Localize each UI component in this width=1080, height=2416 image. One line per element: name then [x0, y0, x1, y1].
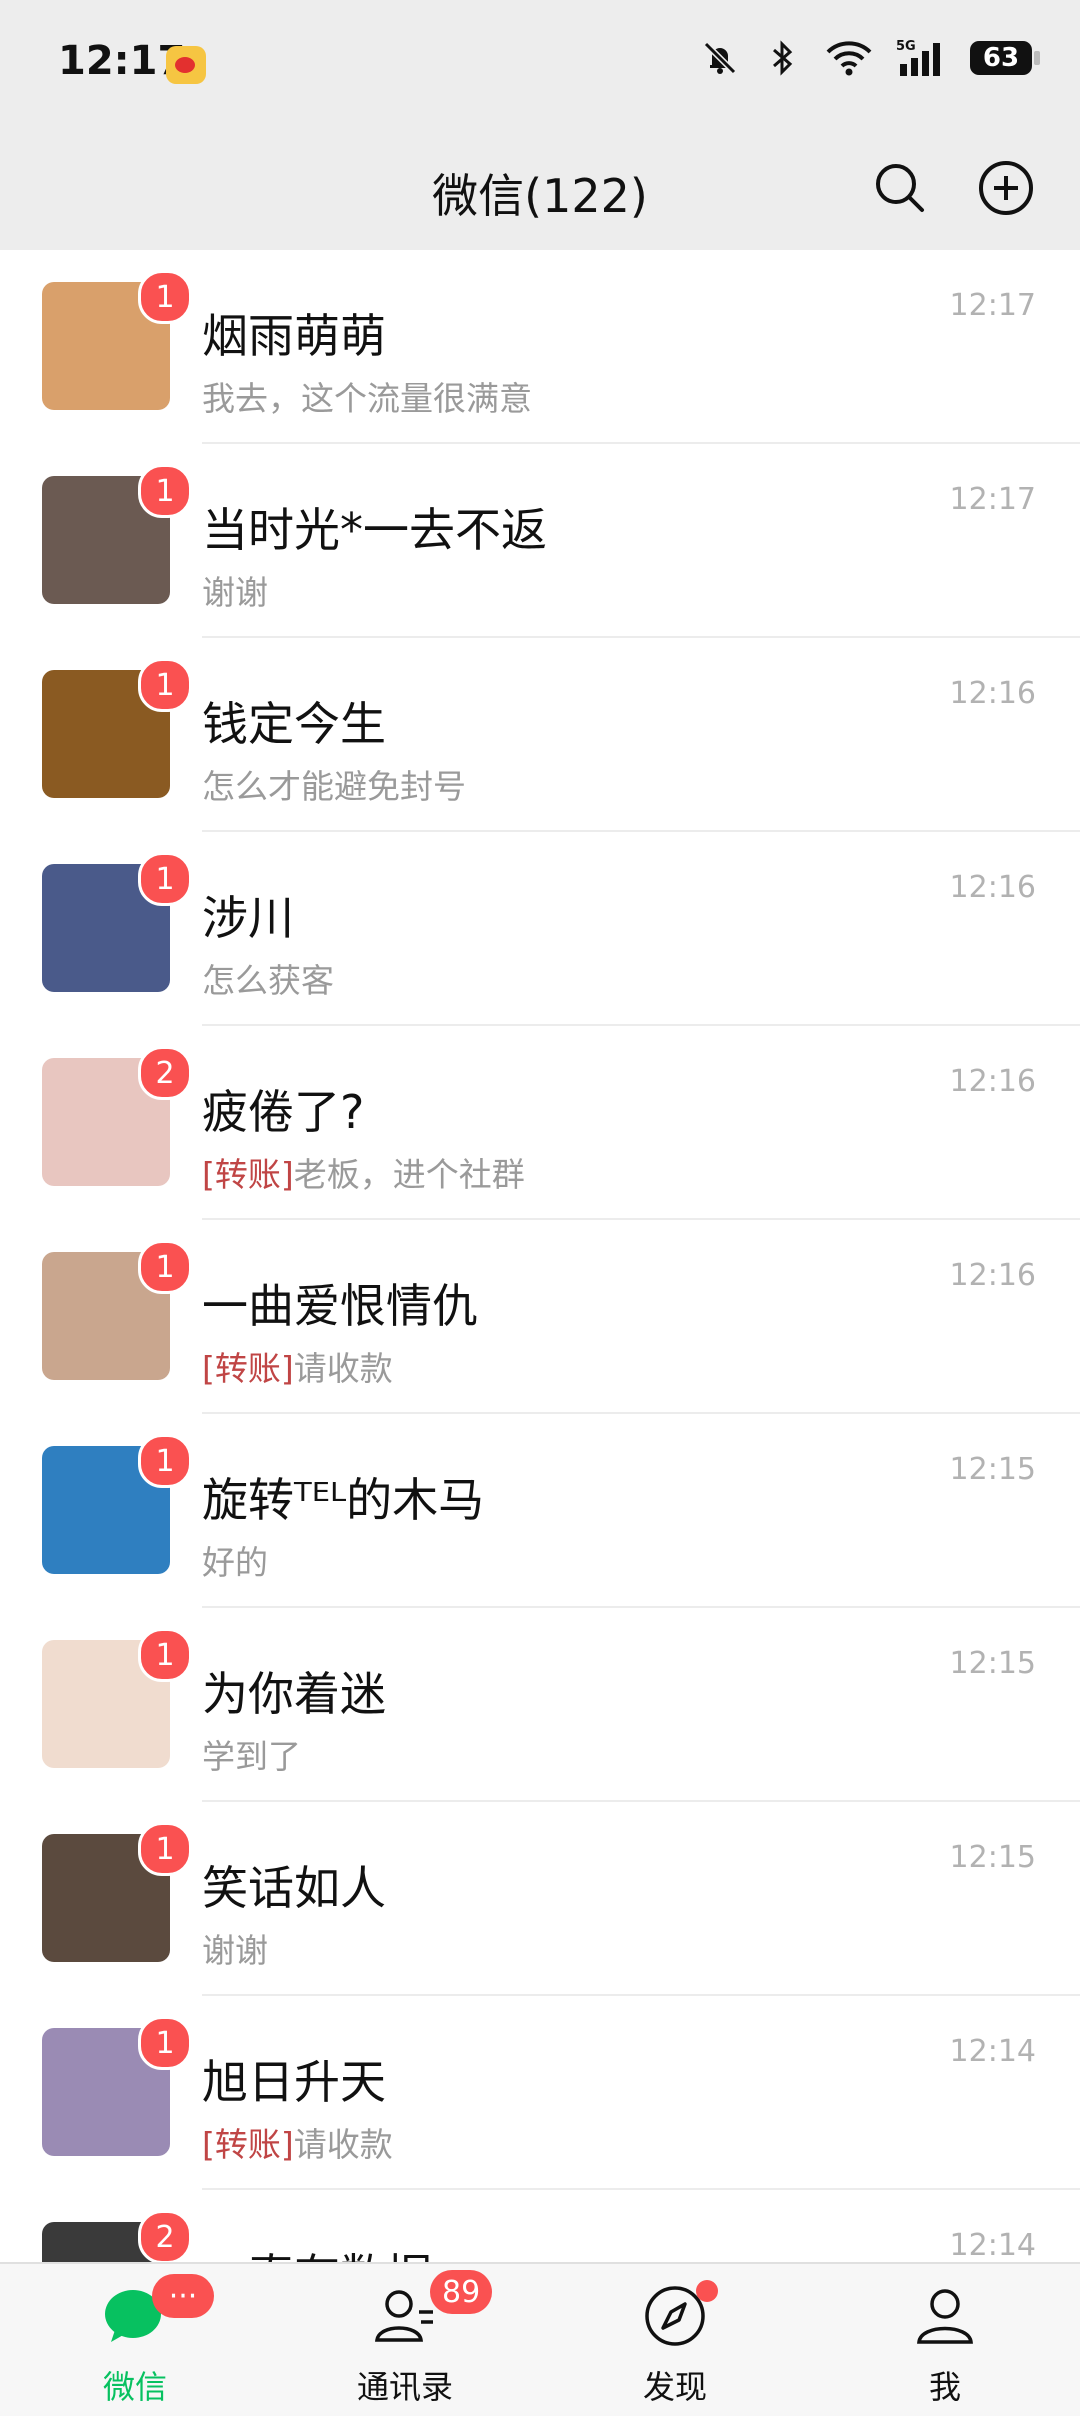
status-bar: 12:17 5G 63 [0, 0, 1080, 130]
chat-list-item[interactable]: 1 为你着迷 学到了 12:15 [0, 1608, 1080, 1802]
chat-time: 12:15 [949, 1840, 1036, 1875]
tab-label: 我 [928, 2368, 961, 2406]
bluetooth-icon [773, 40, 793, 76]
transfer-tag: [转账] [202, 1349, 294, 1388]
chat-preview: 好的 [202, 1536, 268, 1584]
search-icon[interactable] [868, 156, 932, 220]
tab-me[interactable]: 我 [810, 2264, 1080, 2416]
notification-dot [696, 2280, 718, 2302]
bottom-tab-bar: ··· 微信 89 通讯录 发现 我 [0, 2262, 1080, 2416]
chat-name: 涉川 [202, 891, 294, 945]
app-header: 微信(122) [0, 130, 1080, 250]
unread-badge: 1 [138, 1628, 192, 1682]
chat-name: 为你着迷 [202, 1667, 386, 1721]
chat-time: 12:15 [949, 1452, 1036, 1487]
chat-time: 12:17 [949, 288, 1036, 323]
unread-badge: 1 [138, 1434, 192, 1488]
chat-name: 笑话如人 [202, 1861, 386, 1915]
tab-chats[interactable]: ··· 微信 [0, 2264, 270, 2416]
chat-time: 12:16 [949, 676, 1036, 711]
chat-name: 疲倦了? [202, 1085, 365, 1139]
tab-label: 通讯录 [356, 2368, 453, 2406]
chat-preview-text: 怎么获客 [202, 961, 334, 1000]
chat-preview-text: 请收款 [293, 2125, 393, 2164]
chat-list-item[interactable]: 1 旭日升天 [转账]请收款 12:14 [0, 1996, 1080, 2190]
chat-preview: 学到了 [202, 1730, 301, 1778]
chat-list-item[interactable]: 1 钱定今生 怎么才能避免封号 12:16 [0, 638, 1080, 832]
transfer-tag: [转账] [202, 1155, 294, 1194]
person-icon [917, 2289, 973, 2344]
chat-list: 1 烟雨萌萌 我去，这个流量很满意 12:17 1 当时光*一去不返 谢谢 12… [0, 250, 1080, 2384]
chat-name: 当时光*一去不返 [202, 503, 547, 557]
chat-preview-text: 学到了 [202, 1737, 301, 1776]
contacts-icon [375, 2290, 433, 2342]
chat-name: 一曲爱恨情仇 [202, 1279, 478, 1333]
transfer-tag: [转账] [202, 2125, 294, 2164]
unread-badge: 1 [138, 1240, 192, 1294]
chat-preview: [转账]请收款 [202, 2118, 393, 2166]
unread-badge: 1 [138, 852, 192, 906]
svg-text:5G: 5G [896, 39, 916, 54]
chat-list-item[interactable]: 1 笑话如人 谢谢 12:15 [0, 1802, 1080, 1996]
chat-preview: 谢谢 [202, 566, 268, 614]
tab-discover[interactable]: 发现 [540, 2264, 810, 2416]
chat-preview: 怎么获客 [202, 954, 334, 1002]
chat-time: 12:14 [949, 2228, 1036, 2263]
chat-preview: [转账]老板，进个社群 [202, 1148, 525, 1196]
unread-badge: 1 [138, 658, 192, 712]
chat-list-item[interactable]: 1 烟雨萌萌 我去，这个流量很满意 12:17 [0, 250, 1080, 444]
chat-preview-text: 好的 [202, 1543, 268, 1582]
unread-badge: 1 [138, 464, 192, 518]
chat-list-item[interactable]: 1 涉川 怎么获客 12:16 [0, 832, 1080, 1026]
wifi-icon [826, 41, 872, 76]
chat-name: 旋转ᵀᴱᴸ的木马 [202, 1473, 485, 1527]
chat-preview-text: 请收款 [293, 1349, 393, 1388]
tab-label: 发现 [642, 2368, 707, 2406]
battery-icon: 63 [970, 41, 1040, 75]
chat-preview: 怎么才能避免封号 [202, 760, 466, 808]
chat-time: 12:14 [949, 2034, 1036, 2069]
chat-preview-text: 谢谢 [202, 1931, 268, 1970]
chat-time: 12:16 [949, 1258, 1036, 1293]
tab-badge: 89 [430, 2270, 493, 2314]
chat-name: 旭日升天 [202, 2055, 386, 2109]
unread-badge: 2 [138, 1046, 192, 1100]
signal-5g-icon: 5G [896, 39, 940, 76]
chat-time: 12:16 [949, 870, 1036, 905]
chat-name: 烟雨萌萌 [202, 309, 386, 363]
chat-time: 12:15 [949, 1646, 1036, 1681]
chat-list-item[interactable]: 1 一曲爱恨情仇 [转账]请收款 12:16 [0, 1220, 1080, 1414]
chat-preview-text: 谢谢 [202, 573, 268, 612]
chat-preview: 谢谢 [202, 1924, 268, 1972]
tab-contacts[interactable]: 89 通讯录 [270, 2264, 540, 2416]
chat-name: 钱定今生 [202, 697, 386, 751]
status-icons: 5G 63 [700, 38, 1040, 78]
chat-preview-text: 老板，进个社群 [293, 1155, 525, 1194]
add-circle-icon[interactable] [974, 156, 1038, 220]
chat-list-item[interactable]: 2 疲倦了? [转账]老板，进个社群 12:16 [0, 1026, 1080, 1220]
chat-preview-text: 怎么才能避免封号 [202, 767, 466, 806]
bell-muted-icon [703, 41, 737, 75]
chat-time: 12:17 [949, 482, 1036, 517]
chat-preview: [转账]请收款 [202, 1342, 393, 1390]
unread-badge: 1 [138, 2016, 192, 2070]
weibo-icon [166, 46, 206, 84]
chat-preview: 我去，这个流量很满意 [202, 372, 532, 420]
chat-list-item[interactable]: 1 当时光*一去不返 谢谢 12:17 [0, 444, 1080, 638]
chat-time: 12:16 [949, 1064, 1036, 1099]
chat-preview-text: 我去，这个流量很满意 [202, 379, 532, 418]
tab-badge: ··· [152, 2274, 214, 2318]
unread-badge: 1 [138, 1822, 192, 1876]
unread-badge: 2 [138, 2210, 192, 2264]
tab-label: 微信 [102, 2368, 167, 2406]
chat-list-item[interactable]: 1 旋转ᵀᴱᴸ的木马 好的 12:15 [0, 1414, 1080, 1608]
unread-badge: 1 [138, 270, 192, 324]
